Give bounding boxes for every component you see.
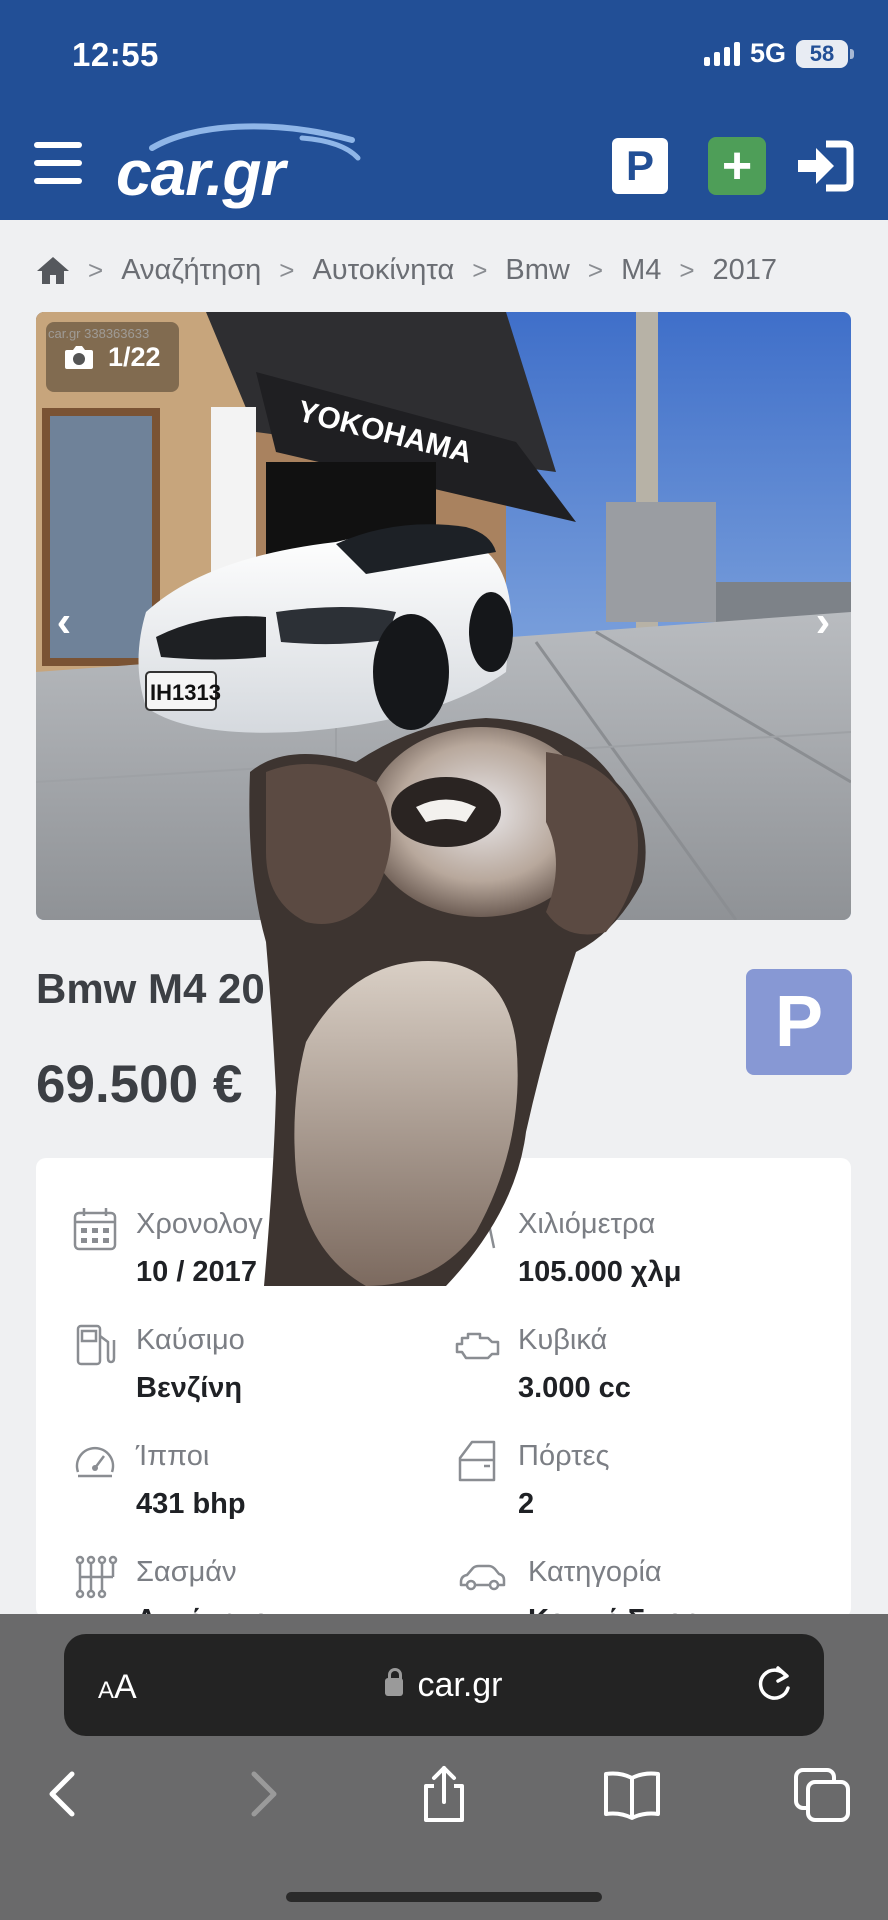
spec-category: Κατηγορία Κουπέ-Σπορ [454, 1554, 814, 1618]
chevron-right-icon: > [88, 254, 104, 285]
url-text: car.gr [417, 1666, 503, 1704]
gearbox-icon [75, 1555, 118, 1599]
breadcrumb-model[interactable]: M4 [621, 254, 661, 287]
lock-icon [385, 1668, 404, 1696]
engine-icon [455, 1332, 500, 1360]
parking-nav-button[interactable]: P [612, 138, 668, 194]
login-icon[interactable] [794, 138, 854, 194]
url-display[interactable]: car.gr [64, 1666, 824, 1705]
status-time: 12:55 [72, 36, 159, 73]
network-type: 5G [749, 38, 786, 68]
spec-label: Χρονολογ [136, 1208, 263, 1240]
calendar-icon [73, 1208, 117, 1251]
home-icon[interactable] [36, 255, 70, 285]
spec-value: 10 / 2017 [136, 1256, 257, 1288]
address-bar[interactable]: AA car.gr [64, 1634, 824, 1736]
spec-engine: Κυβικά 3.000 cc [454, 1322, 814, 1422]
spec-value: Βενζίνη [136, 1372, 243, 1404]
menu-icon[interactable] [34, 142, 82, 184]
breadcrumb: > Αναζήτηση > Αυτοκίνητα > Bmw > M4 > 20… [36, 250, 777, 290]
bookmarks-icon[interactable] [602, 1764, 662, 1824]
add-listing-button[interactable]: + [708, 137, 766, 195]
chevron-right-icon: > [472, 254, 488, 285]
breadcrumb-cars[interactable]: Αυτοκίνητα [312, 254, 454, 287]
hamster-sticker-image [249, 718, 646, 1286]
car-door-icon [458, 1440, 496, 1482]
listing-price: 69.500 € [36, 1055, 243, 1114]
photo-counter-text: 1/22 [108, 341, 161, 372]
park-listing-button[interactable]: P [746, 969, 852, 1075]
back-icon[interactable] [36, 1764, 96, 1824]
forward-icon[interactable] [230, 1764, 290, 1824]
reload-icon[interactable] [752, 1662, 796, 1706]
spec-label: Σασμάν [136, 1556, 237, 1588]
next-photo-icon[interactable]: › [803, 597, 843, 646]
spec-label: Πόρτες [518, 1440, 610, 1472]
status-indicators: 5G 58 [703, 38, 854, 69]
browser-toolbar: AA car.gr [0, 1614, 888, 1920]
spec-transmission: Σασμάν Αυτόματο [72, 1554, 432, 1618]
speedometer-icon [75, 1446, 115, 1478]
site-header: 12:55 5G 58 car.gr P + [0, 0, 888, 220]
tabs-icon[interactable] [792, 1764, 852, 1824]
spec-value: 431 bhp [136, 1488, 246, 1520]
chevron-right-icon: > [587, 254, 604, 285]
home-indicator [286, 1892, 602, 1902]
share-icon[interactable] [414, 1764, 474, 1824]
spec-fuel: Καύσιμο Βενζίνη [72, 1322, 432, 1422]
car-icon [459, 1564, 506, 1591]
camera-icon [65, 346, 93, 369]
logo-text: car.gr [116, 137, 285, 209]
spec-label: Καύσιμο [136, 1324, 245, 1356]
battery-icon: 58 [796, 39, 854, 68]
spec-label: Κυβικά [518, 1324, 608, 1356]
spec-label: Κατηγορία [528, 1556, 662, 1588]
license-plate: IH1313 [150, 680, 221, 705]
spec-horsepower: Ίπποι 431 bhp [72, 1438, 432, 1538]
battery-level: 58 [809, 40, 835, 66]
spec-label: Ίπποι [136, 1440, 210, 1472]
spec-value: 3.000 cc [518, 1372, 631, 1404]
signal-icon [703, 41, 740, 66]
previous-photo-icon[interactable]: ‹ [44, 597, 84, 646]
chevron-right-icon: > [679, 254, 695, 285]
spec-value: 2 [518, 1488, 535, 1520]
breadcrumb-year[interactable]: 2017 [713, 254, 778, 287]
photo-counter: 1/22 [46, 322, 179, 392]
listing-title: Bmw M4 20 [36, 965, 265, 1012]
spec-doors: Πόρτες 2 [454, 1438, 814, 1538]
breadcrumb-search[interactable]: Αναζήτηση [121, 254, 261, 287]
breadcrumb-make[interactable]: Bmw [505, 254, 569, 287]
fuel-pump-icon [76, 1324, 116, 1366]
chevron-right-icon: > [279, 254, 295, 285]
site-logo[interactable]: car.gr [112, 118, 372, 209]
